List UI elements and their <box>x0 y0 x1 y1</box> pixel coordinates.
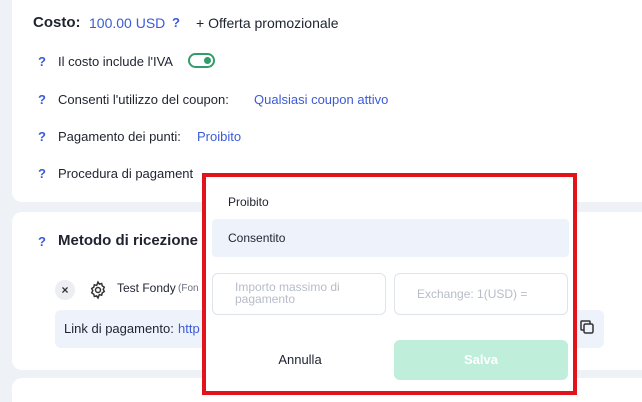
procedure-help-icon[interactable]: ? <box>38 166 46 181</box>
points-label: Pagamento dei punti: <box>58 129 181 144</box>
cost-help-icon[interactable]: ? <box>172 15 180 30</box>
receive-help-icon[interactable]: ? <box>38 234 46 249</box>
max-amount-input[interactable]: Importo massimo di pagamento <box>212 273 386 315</box>
provider-name: Test Fondy <box>117 281 176 295</box>
copy-icon[interactable] <box>578 318 596 336</box>
vat-help-icon[interactable]: ? <box>38 54 46 69</box>
coupon-label: Consenti l'utilizzo del coupon: <box>58 92 229 107</box>
coupon-value[interactable]: Qualsiasi coupon attivo <box>254 92 388 107</box>
remove-provider-close-icon[interactable]: × <box>55 280 75 300</box>
points-value[interactable]: Proibito <box>197 129 241 144</box>
cost-label: Costo: <box>33 14 81 31</box>
option-consentito[interactable]: Consentito <box>212 219 569 257</box>
points-payment-dropdown: Proibito Consentito Importo massimo di p… <box>202 173 577 395</box>
provider-subtitle: (Fon <box>178 283 199 294</box>
toggle-knob <box>204 57 211 64</box>
receive-method-title: Metodo di ricezione <box>58 232 199 249</box>
vat-toggle[interactable] <box>188 53 215 68</box>
cost-value[interactable]: 100.00 USD <box>89 15 165 31</box>
payment-link-label: Link di pagamento: <box>64 321 174 336</box>
save-button[interactable]: Salva <box>394 340 568 380</box>
procedure-label: Procedura di pagament <box>58 166 194 181</box>
coupon-help-icon[interactable]: ? <box>38 92 46 107</box>
vat-label: Il costo include l'IVA <box>58 54 173 69</box>
promo-offer-link[interactable]: + Offerta promozionale <box>196 15 339 31</box>
exchange-input[interactable]: Exchange: 1(USD) = <box>394 273 568 315</box>
points-help-icon[interactable]: ? <box>38 129 46 144</box>
option-proibito[interactable]: Proibito <box>212 183 569 221</box>
gear-icon[interactable] <box>88 280 108 300</box>
payment-link-value[interactable]: http <box>178 321 200 336</box>
cancel-button[interactable]: Annulla <box>212 340 388 380</box>
